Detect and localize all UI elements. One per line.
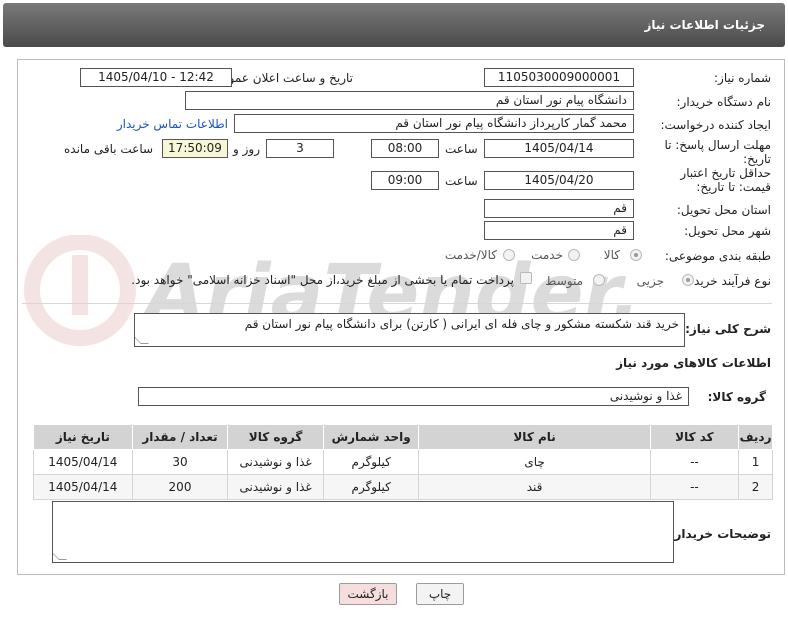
- page-title: جزئیات اطلاعات نیاز: [644, 18, 765, 32]
- requester-field: محمد گمار کارپرداز دانشگاه پیام نور استا…: [234, 114, 634, 133]
- treasury-payment-note: پرداخت تمام یا بخشی از مبلغ خرید،از محل …: [131, 273, 514, 287]
- cell-need-date: 1405/04/14: [33, 474, 133, 500]
- goods-group-field: غذا و نوشیدنی: [138, 387, 689, 406]
- requester-label: ایجاد کننده درخواست:: [660, 118, 771, 132]
- summary-label: شرح کلی نیاز:: [685, 322, 771, 336]
- treasury-payment-checkbox[interactable]: [520, 272, 532, 284]
- days-label: روز و: [233, 142, 260, 156]
- col-item-code: کد کالا: [649, 424, 740, 450]
- need-number-label: شماره نیاز:: [714, 71, 771, 85]
- price-validity-label: حداقل تاریخ اعتبار قیمت: تا تاریخ:: [680, 166, 771, 194]
- category-radio-goods-service[interactable]: [503, 249, 515, 261]
- reply-time-label: ساعت: [445, 142, 478, 156]
- summary-textarea[interactable]: خرید قند شکسته مشکور و چای فله ای ایرانی…: [134, 313, 685, 347]
- process-option-minor: جزیی: [636, 274, 664, 288]
- delivery-city-label: شهر محل تحویل:: [684, 224, 771, 238]
- cell-item-name: قند: [418, 474, 651, 500]
- divider: [22, 303, 772, 304]
- goods-section-title: اطلاعات کالاهای مورد نیاز: [616, 356, 771, 370]
- cell-row-number: 1: [738, 449, 773, 475]
- buyer-notes-textarea[interactable]: [52, 501, 674, 563]
- col-item-name: نام کالا: [418, 424, 651, 450]
- goods-table: ردیف کد کالا نام کالا واحد شمارش گروه کا…: [33, 424, 773, 500]
- col-quantity: تعداد / مقدار: [131, 424, 229, 450]
- price-validity-date-field: 1405/04/20: [484, 171, 634, 190]
- reply-deadline-label: مهلت ارسال پاسخ: تا تاریخ:: [664, 138, 771, 166]
- cell-row-number: 2: [738, 474, 773, 500]
- price-validity-time-field: 09:00: [371, 171, 439, 190]
- remaining-label: ساعت باقی مانده: [64, 142, 154, 156]
- cell-unit: کیلوگرم: [322, 474, 420, 500]
- process-radio-minor[interactable]: [682, 274, 694, 286]
- col-group: گروه کالا: [227, 424, 324, 450]
- resize-grip[interactable]: [135, 336, 149, 344]
- summary-text: خرید قند شکسته مشکور و چای فله ای ایرانی…: [244, 317, 679, 331]
- need-number-field: 1105030009000001: [484, 68, 634, 87]
- cell-need-date: 1405/04/14: [33, 449, 133, 475]
- cell-group: غذا و نوشیدنی: [227, 449, 324, 475]
- days-field: 3: [266, 139, 334, 158]
- cell-quantity: 200: [131, 474, 229, 500]
- table-row: 1 -- چای کیلوگرم غذا و نوشیدنی 30 1405/0…: [33, 449, 773, 475]
- delivery-province-field: قم: [484, 199, 634, 218]
- delivery-city-field: قم: [484, 221, 634, 240]
- remaining-time-field: 17:50:09: [162, 139, 228, 158]
- delivery-province-label: استان محل تحویل:: [676, 203, 771, 217]
- category-label: طبقه بندی موضوعی:: [664, 249, 771, 263]
- buyer-notes-label: توضیحات خریدار:: [669, 527, 771, 541]
- cell-quantity: 30: [131, 449, 229, 475]
- category-radio-goods[interactable]: [630, 249, 642, 261]
- cell-item-code: --: [649, 474, 740, 500]
- buyer-org-label: نام دستگاه خریدار:: [676, 95, 772, 109]
- category-option-goods: کالا: [603, 248, 620, 262]
- col-row-number: ردیف: [738, 424, 773, 450]
- process-radio-medium[interactable]: [593, 274, 605, 286]
- category-option-service: خدمت: [531, 248, 563, 262]
- announce-field: 1405/04/10 - 12:42: [80, 68, 232, 87]
- table-row: 2 -- قند کیلوگرم غذا و نوشیدنی 200 1405/…: [33, 474, 773, 500]
- cell-group: غذا و نوشیدنی: [227, 474, 324, 500]
- process-label: نوع فرآیند خرید :: [686, 274, 771, 288]
- category-radio-service[interactable]: [568, 249, 580, 261]
- cell-unit: کیلوگرم: [322, 449, 420, 475]
- cell-item-code: --: [649, 449, 740, 475]
- back-button[interactable]: بازگشت: [339, 583, 397, 605]
- resize-grip[interactable]: [53, 552, 67, 560]
- price-validity-time-label: ساعت: [445, 174, 478, 188]
- col-need-date: تاریخ نیاز: [33, 424, 133, 450]
- cell-item-name: چای: [418, 449, 651, 475]
- col-unit: واحد شمارش: [322, 424, 420, 450]
- buyer-org-field: دانشگاه پیام نور استان قم: [185, 91, 634, 110]
- category-option-goods-service: کالا/خدمت: [444, 248, 497, 262]
- print-button[interactable]: چاپ: [416, 583, 464, 605]
- reply-time-field: 08:00: [371, 139, 439, 158]
- process-option-medium: متوسط: [545, 274, 583, 288]
- goods-group-label: گروه کالا:: [707, 390, 766, 404]
- table-header-row: ردیف کد کالا نام کالا واحد شمارش گروه کا…: [33, 424, 773, 450]
- buyer-contact-link[interactable]: اطلاعات تماس خریدار: [117, 117, 228, 131]
- title-bar: جزئیات اطلاعات نیاز: [3, 3, 785, 47]
- reply-date-field: 1405/04/14: [484, 139, 634, 158]
